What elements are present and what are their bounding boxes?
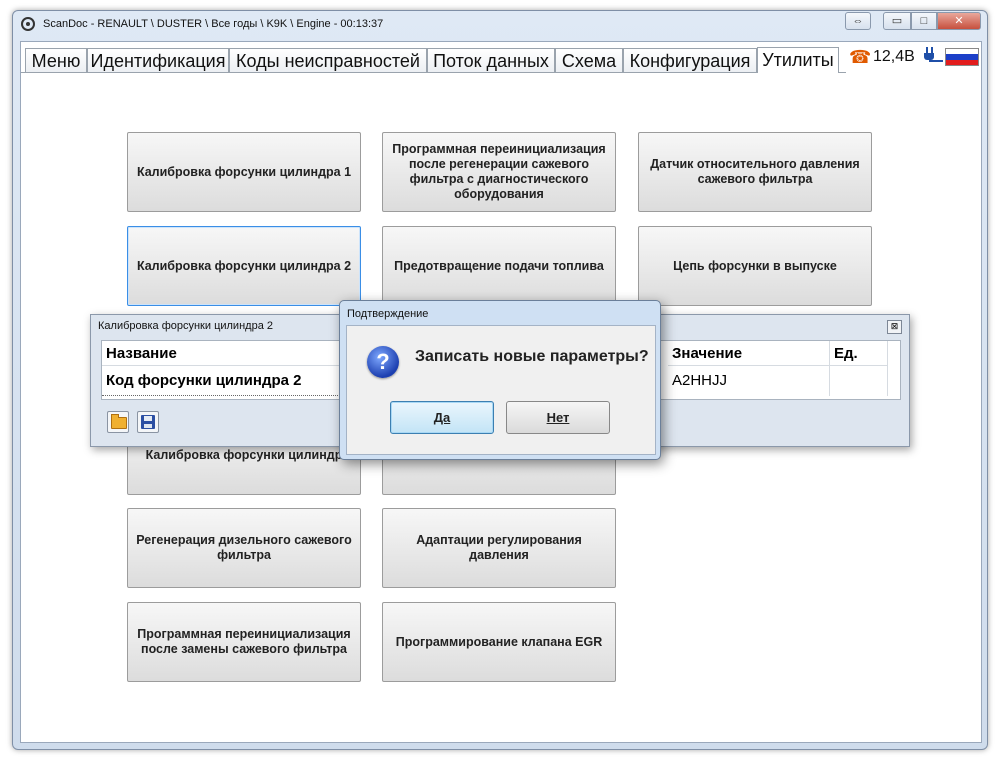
plug-wire (929, 60, 943, 62)
injector-dialog-close-button[interactable]: ⊠ (887, 320, 902, 334)
no-button-label: Нет (546, 410, 570, 425)
steering-wheel-icon (21, 17, 35, 31)
title-bar[interactable]: ScanDoc - RENAULT \ DUSTER \ Все годы \ … (13, 11, 987, 39)
floppy-disk-icon (141, 415, 155, 429)
confirmation-dialog: Подтверждение ? Записать новые параметры… (339, 300, 661, 460)
confirm-dialog-title: Подтверждение (347, 308, 429, 320)
exhaust-injector-circuit-button[interactable]: Цепь форсунки в выпуске (638, 226, 872, 306)
voltage-readout: 12,4В (873, 48, 915, 65)
phone-icon: ☎ (849, 47, 872, 67)
fuel-cutoff-button[interactable]: Предотвращение подачи топлива (382, 226, 616, 306)
param-name-cell[interactable]: Код форсунки цилиндра 2 (102, 366, 342, 396)
param-unit-cell (830, 366, 888, 396)
close-button[interactable]: ✕ (937, 12, 981, 30)
resize-button[interactable]: ⇔ (845, 12, 871, 30)
status-area: ☎ 12,4В (847, 42, 981, 72)
confirm-message: Записать новые параметры? (415, 348, 649, 365)
folder-open-icon (111, 414, 127, 429)
confirm-dialog-body: ? Записать новые параметры? Да Нет (346, 325, 656, 455)
question-icon: ? (367, 346, 399, 378)
dpf-reinit-diagnostic-button[interactable]: Программная переинициализация после реге… (382, 132, 616, 212)
no-button[interactable]: Нет (506, 401, 610, 434)
window-title: ScanDoc - RENAULT \ DUSTER \ Все годы \ … (43, 18, 384, 30)
tab-identification[interactable]: Идентификация (87, 48, 229, 72)
tab-scheme[interactable]: Схема (555, 48, 623, 72)
tab-data-stream[interactable]: Поток данных (427, 48, 555, 72)
russia-flag-icon[interactable] (945, 48, 979, 66)
dpf-replacement-reinit-button[interactable]: Программная переинициализация после заме… (127, 602, 361, 682)
save-button[interactable] (137, 411, 159, 433)
minimize-button[interactable]: ▭ (883, 12, 911, 30)
tab-menu[interactable]: Меню (25, 48, 87, 72)
column-header-name[interactable]: Название (102, 341, 342, 366)
param-value-cell[interactable]: A2HHJJ (668, 366, 830, 396)
column-header-value[interactable]: Значение (668, 341, 830, 366)
dpf-pressure-sensor-button[interactable]: Датчик относительного давления сажевого … (638, 132, 872, 212)
yes-button[interactable]: Да (390, 401, 494, 434)
tab-fault-codes[interactable]: Коды неисправностей (229, 48, 427, 72)
pressure-adaptation-button[interactable]: Адаптации регулирования давления (382, 508, 616, 588)
plug-icon (923, 47, 937, 65)
dpf-regeneration-button[interactable]: Регенерация дизельного сажевого фильтра (127, 508, 361, 588)
yes-button-label: Да (433, 410, 451, 425)
column-header-unit[interactable]: Ед. (830, 341, 888, 366)
egr-valve-programming-button[interactable]: Программирование клапана EGR (382, 602, 616, 682)
tab-bar: Меню Идентификация Коды неисправностей П… (21, 42, 981, 82)
tab-configuration[interactable]: Конфигурация (623, 48, 757, 72)
injector-dialog-title: Калибровка форсунки цилиндра 2 (98, 320, 273, 332)
open-file-button[interactable] (107, 411, 129, 433)
tab-utilities[interactable]: Утилиты (757, 47, 839, 73)
calibrate-injector-2-button[interactable]: Калибровка форсунки цилиндра 2 (127, 226, 361, 306)
maximize-button[interactable]: □ (911, 12, 937, 30)
tab-baseline (21, 72, 846, 73)
calibrate-injector-1-button[interactable]: Калибровка форсунки цилиндра 1 (127, 132, 361, 212)
